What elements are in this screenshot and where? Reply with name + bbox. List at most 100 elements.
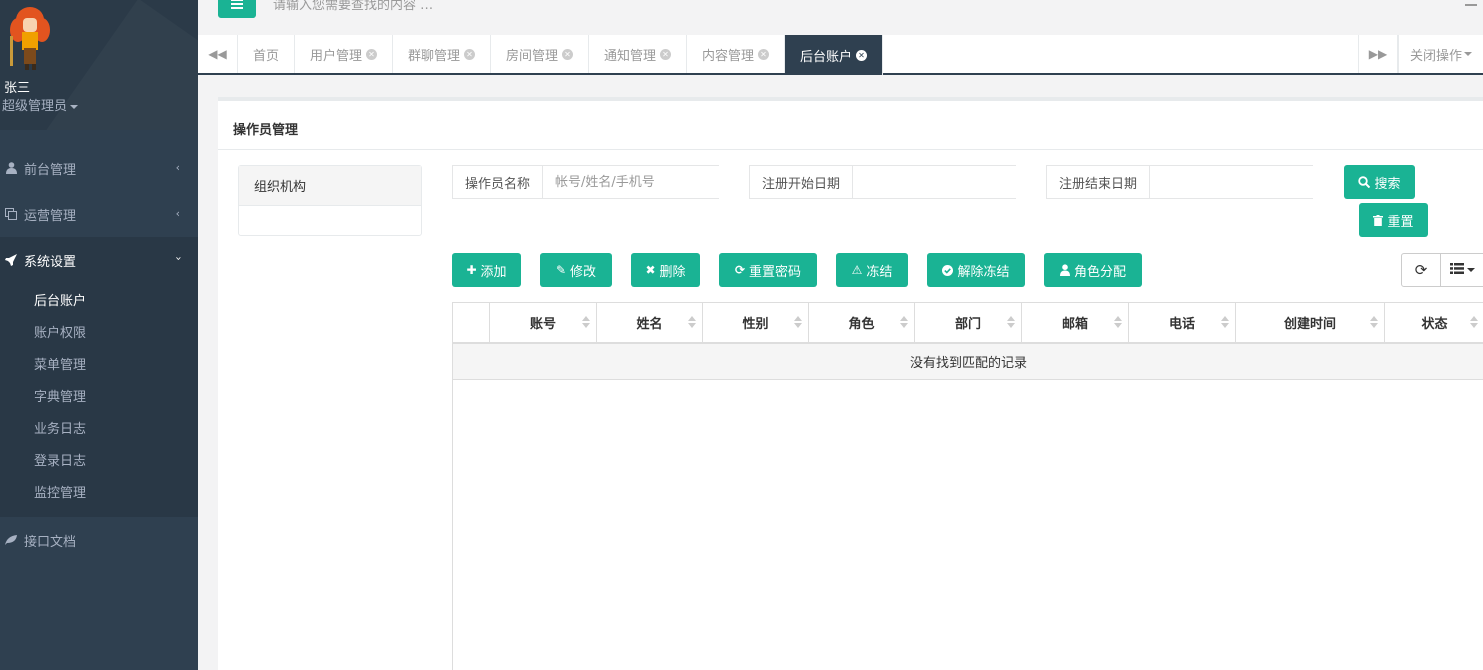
- column-header-checkbox[interactable]: [453, 303, 490, 342]
- chevron-down-icon: ‹: [171, 256, 185, 261]
- column-header-label: 账号: [529, 317, 556, 332]
- tab-label: 用户管理: [310, 48, 363, 64]
- reset-button-label: 重置: [1387, 214, 1414, 230]
- sort-icon: [688, 316, 696, 328]
- freeze-button[interactable]: ⚠ 冻结: [836, 253, 908, 287]
- column-header-role[interactable]: 角色: [809, 303, 915, 342]
- caret-down-icon: [1466, 268, 1475, 272]
- caret-down-icon: [70, 104, 79, 109]
- role-assign-button[interactable]: 角色分配: [1044, 253, 1142, 287]
- sidebar-sub-item[interactable]: 业务日志: [34, 418, 86, 437]
- delete-button-label: 删除: [659, 264, 686, 280]
- forward-icon: ▶▶: [1368, 47, 1388, 61]
- user-secret-icon: [1059, 264, 1070, 276]
- top-search-input[interactable]: 请输入您需要查找的内容 …: [273, 0, 433, 13]
- add-button[interactable]: ✚ 添加: [452, 253, 521, 287]
- sidebar-item-frontend[interactable]: 前台管理 ‹: [0, 145, 198, 191]
- delete-button[interactable]: ✖ 删除: [631, 253, 700, 287]
- refresh-icon: ⟳: [1414, 261, 1428, 279]
- column-header-name[interactable]: 姓名: [597, 303, 703, 342]
- sidebar-sub-item[interactable]: 字典管理: [34, 386, 86, 405]
- start-date-label: 注册开始日期: [750, 166, 854, 198]
- tab-group-chat-management[interactable]: 群聊管理 ✕: [393, 35, 492, 73]
- divider: [218, 149, 1483, 150]
- remove-icon: ✖: [645, 263, 656, 277]
- tab-label: 首页: [253, 48, 280, 64]
- backward-icon: ◀◀: [208, 47, 227, 61]
- table-header: 账号 姓名 性别 角色 部门 邮箱 电话 创建时间 状态: [453, 303, 1483, 344]
- tab-room-management[interactable]: 房间管理 ✕: [491, 35, 590, 73]
- tab-label: 房间管理: [506, 48, 559, 64]
- sidebar-item-operations[interactable]: 运营管理 ‹: [0, 191, 198, 237]
- sort-icon: [794, 316, 802, 328]
- sidebar-item-api-docs[interactable]: 接口文档: [0, 517, 198, 563]
- end-date-label: 注册结束日期: [1047, 166, 1151, 198]
- org-tree-panel: 组织机构: [238, 165, 422, 236]
- sidebar-item-label: 接口文档: [24, 534, 77, 550]
- plus-icon: ✚: [466, 263, 477, 277]
- unfreeze-button-label: 解除冻结: [957, 264, 1010, 280]
- menu-toggle-button[interactable]: [218, 0, 256, 18]
- unfreeze-button[interactable]: 解除冻结: [927, 253, 1025, 287]
- operator-name-input[interactable]: [543, 166, 738, 198]
- search-button[interactable]: 搜索: [1344, 165, 1415, 199]
- trash-icon: [1373, 214, 1384, 226]
- tab-user-management[interactable]: 用户管理 ✕: [295, 35, 394, 73]
- sidebar-item-label: 前台管理: [24, 162, 77, 178]
- refresh-table-button[interactable]: ⟳: [1401, 253, 1441, 287]
- profile-role-dropdown[interactable]: 超级管理员: [2, 95, 79, 114]
- sort-icon: [1007, 316, 1015, 328]
- search-button-label: 搜索: [1374, 176, 1401, 192]
- tab-content-management[interactable]: 内容管理 ✕: [687, 35, 786, 73]
- close-icon[interactable]: ✕: [758, 48, 770, 60]
- profile-name: 张三: [4, 81, 31, 96]
- tabs-scroll-right-button[interactable]: ▶▶: [1358, 35, 1398, 73]
- sidebar-item-label: 运营管理: [24, 208, 77, 224]
- role-assign-label: 角色分配: [1073, 264, 1126, 280]
- tab-label: 群聊管理: [408, 48, 461, 64]
- rocket-icon: [4, 253, 18, 267]
- operators-table: 账号 姓名 性别 角色 部门 邮箱 电话 创建时间 状态 没有找到匹配的记录: [452, 302, 1483, 670]
- column-header-label: 姓名: [636, 317, 663, 332]
- refresh-icon: ⟳: [734, 263, 746, 277]
- tab-home[interactable]: 首页: [238, 35, 296, 73]
- columns-toggle-button[interactable]: [1440, 253, 1483, 287]
- column-header-status[interactable]: 状态: [1385, 303, 1483, 342]
- column-header-department[interactable]: 部门: [915, 303, 1022, 342]
- close-icon[interactable]: ✕: [562, 48, 574, 60]
- column-header-phone[interactable]: 电话: [1129, 303, 1236, 342]
- close-icon[interactable]: ✕: [366, 48, 378, 60]
- sort-icon: [1370, 316, 1378, 328]
- avatar[interactable]: [4, 4, 60, 72]
- column-header-account[interactable]: 账号: [490, 303, 597, 342]
- close-operations-dropdown[interactable]: 关闭操作: [1398, 35, 1483, 73]
- tabs-scroll-left-button[interactable]: ◀◀: [198, 35, 238, 73]
- sidebar-sub-item[interactable]: 监控管理: [34, 482, 86, 501]
- column-header-email[interactable]: 邮箱: [1022, 303, 1129, 342]
- sort-icon: [1470, 316, 1478, 328]
- sidebar-sub-item[interactable]: 菜单管理: [34, 354, 86, 373]
- tab-notification-management[interactable]: 通知管理 ✕: [589, 35, 688, 73]
- reset-button[interactable]: 重置: [1359, 203, 1428, 237]
- sidebar-sub-item[interactable]: 账户权限: [34, 322, 86, 341]
- tab-backend-account[interactable]: 后台账户 ✕: [785, 35, 884, 75]
- close-icon[interactable]: ✕: [660, 48, 672, 60]
- sidebar-sub-item[interactable]: 登录日志: [34, 450, 86, 469]
- th-list-icon: [1449, 262, 1464, 278]
- page-tabs: ◀◀ 首页 用户管理 ✕ 群聊管理 ✕ 房间管理 ✕ 通知管理 ✕ 内容管理 ✕ 后台账户…: [198, 35, 1483, 75]
- start-date-group: 注册开始日期: [749, 165, 1048, 199]
- end-date-input[interactable]: [1150, 166, 1345, 198]
- org-tree-title: 组织机构: [239, 166, 421, 206]
- sort-icon: [1114, 316, 1122, 328]
- edit-button[interactable]: ✎ 修改: [540, 253, 612, 287]
- end-date-group: 注册结束日期: [1046, 165, 1345, 199]
- reset-password-button[interactable]: ⟳ 重置密码: [719, 253, 817, 287]
- sidebar-sub-item[interactable]: 后台账户: [34, 290, 86, 309]
- column-header-created-time[interactable]: 创建时间: [1236, 303, 1385, 342]
- list-icon[interactable]: [1465, 0, 1477, 6]
- close-icon[interactable]: ✕: [856, 49, 868, 61]
- sidebar-item-system-settings[interactable]: 系统设置 ‹: [0, 237, 198, 283]
- start-date-input[interactable]: [853, 166, 1048, 198]
- column-header-gender[interactable]: 性别: [703, 303, 809, 342]
- close-icon[interactable]: ✕: [464, 48, 476, 60]
